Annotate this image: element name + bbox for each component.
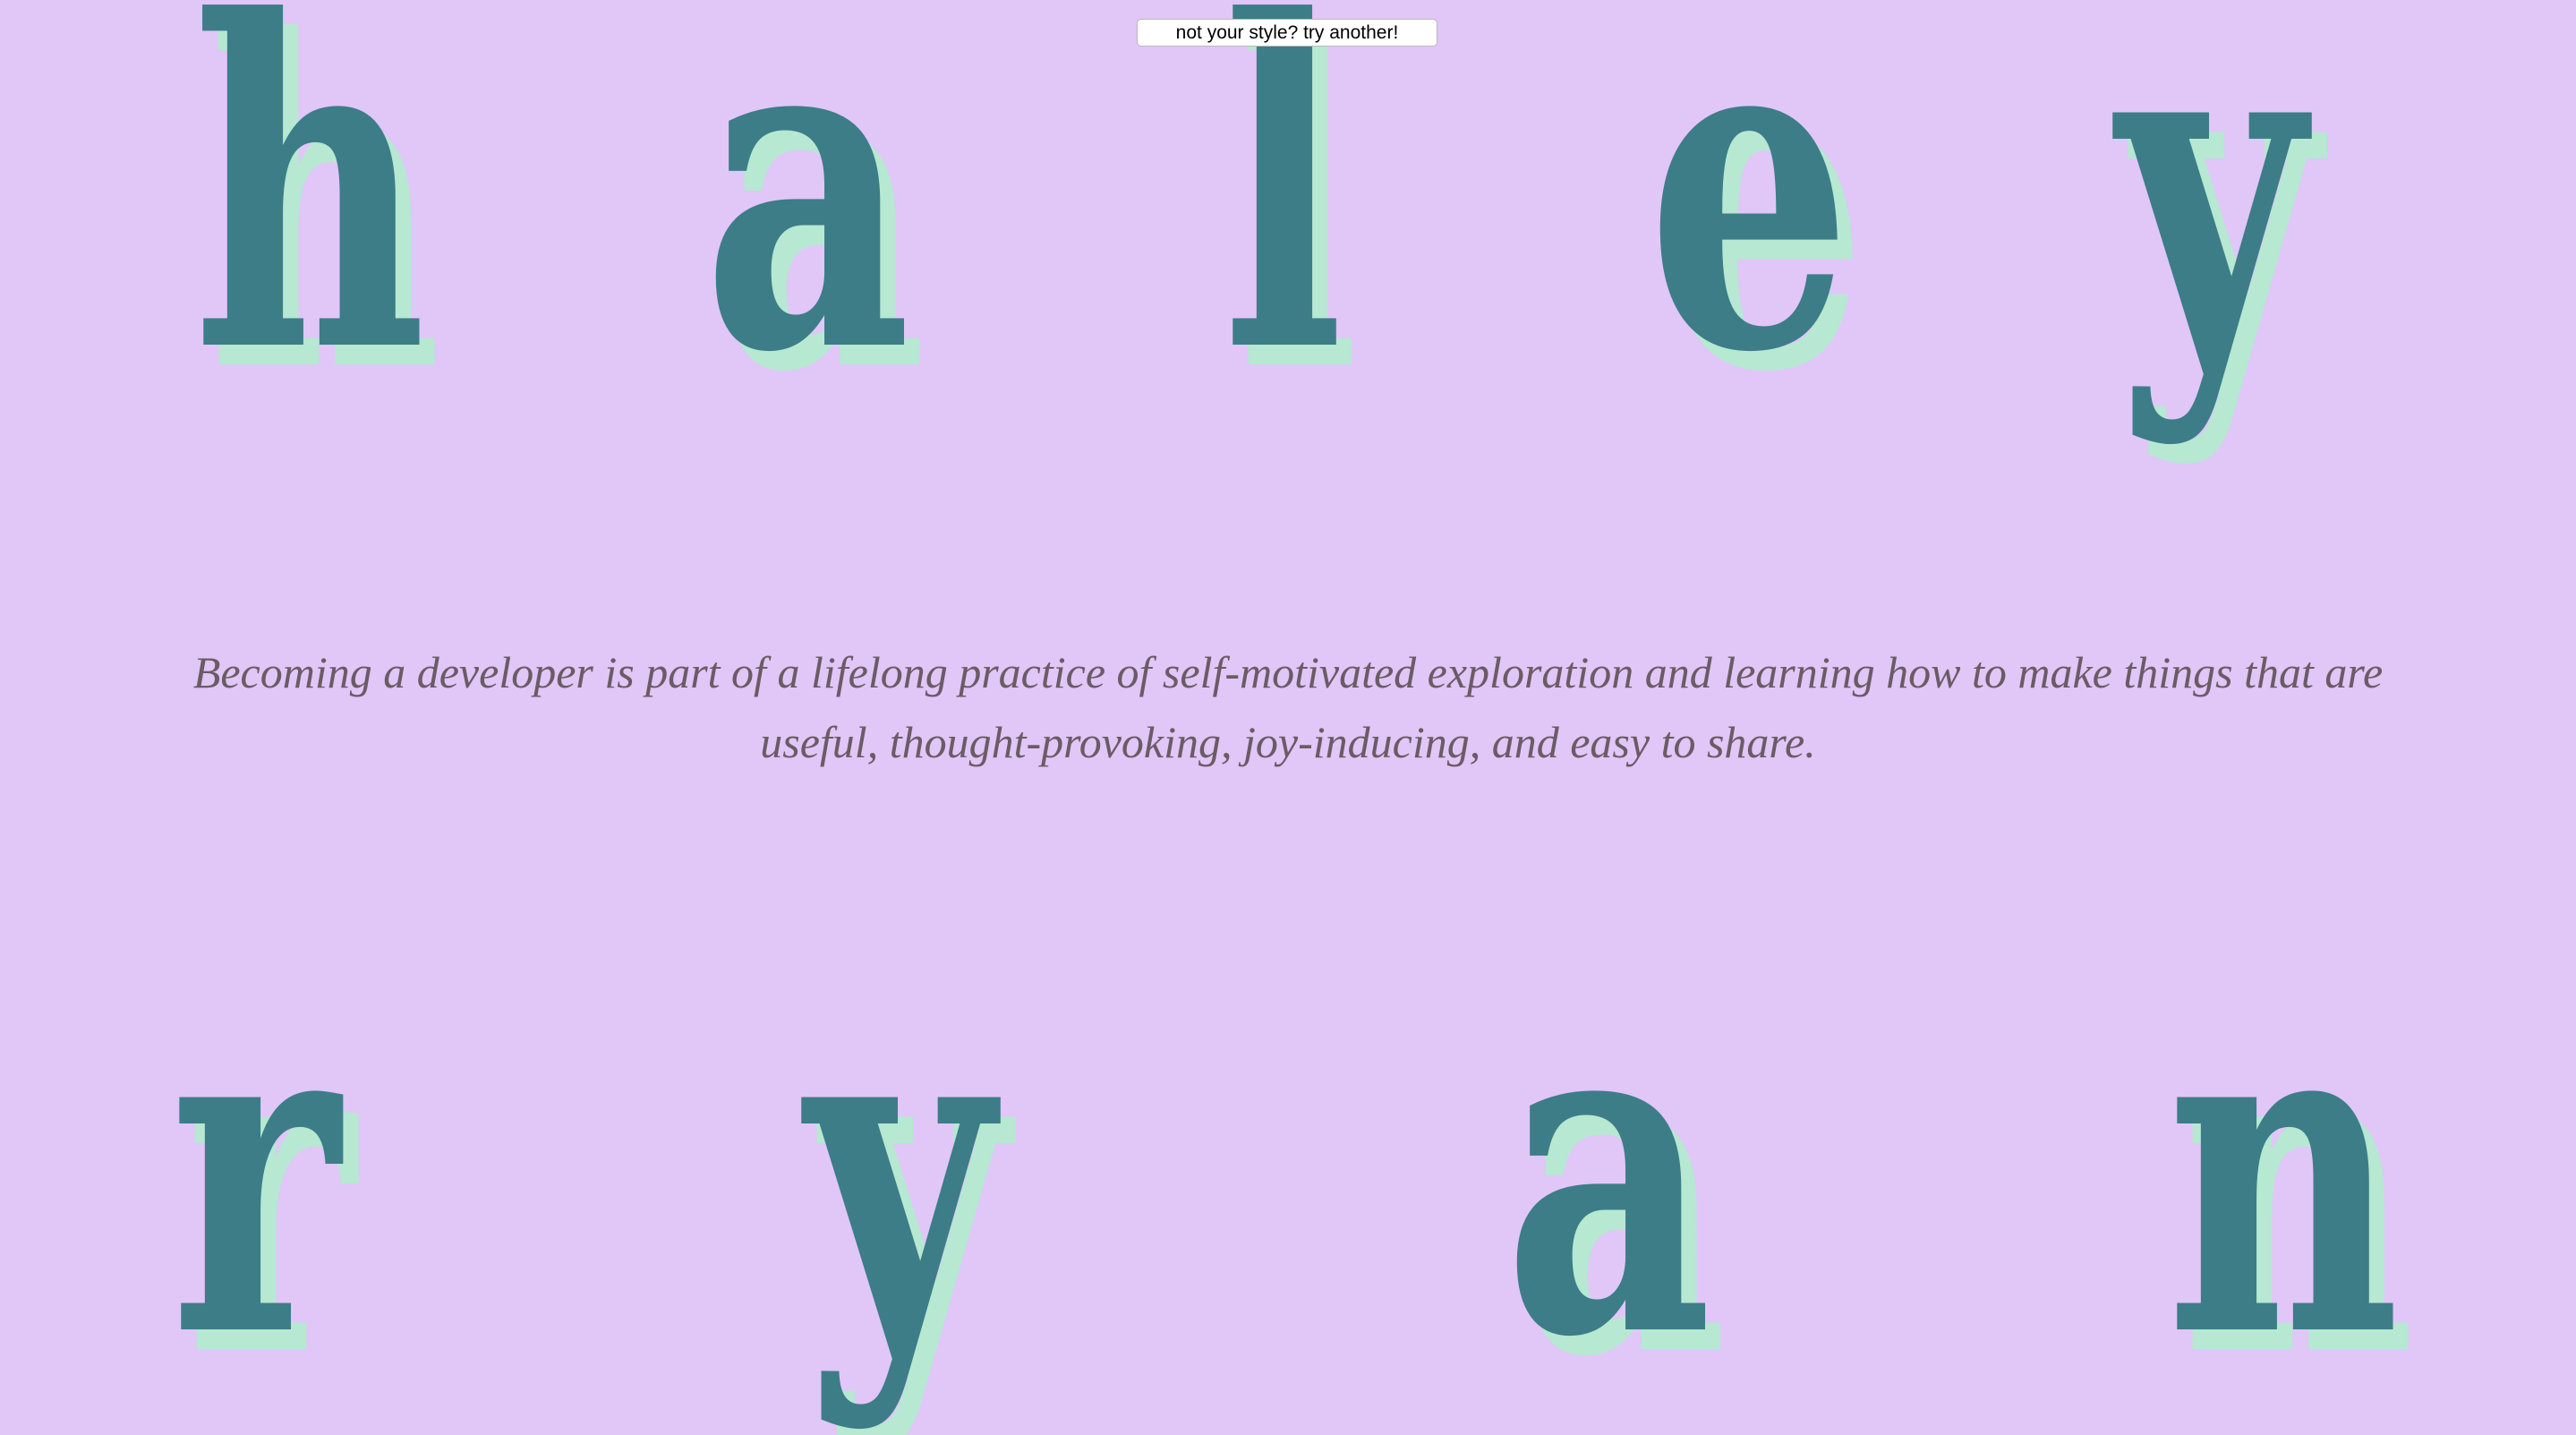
last-name-letter-y: y: [806, 910, 994, 1435]
first-name-letter-y: y: [2117, 0, 2305, 450]
first-name: h a l e y: [0, 0, 2576, 501]
first-name-letter-a: a: [703, 0, 912, 450]
try-another-style-button[interactable]: not your style? try another!: [1137, 19, 1437, 47]
first-name-letter-l: l: [1222, 0, 1344, 450]
last-name-letter-a: a: [1504, 910, 1713, 1435]
first-name-letter-e: e: [1647, 0, 1853, 450]
last-name-letter-r: r: [170, 910, 340, 1435]
tagline: Becoming a developer is part of a lifelo…: [192, 647, 2384, 767]
first-name-letter-h: h: [192, 0, 427, 450]
last-name: r y a n: [0, 931, 2576, 1432]
last-name-letter-n: n: [2166, 910, 2401, 1435]
